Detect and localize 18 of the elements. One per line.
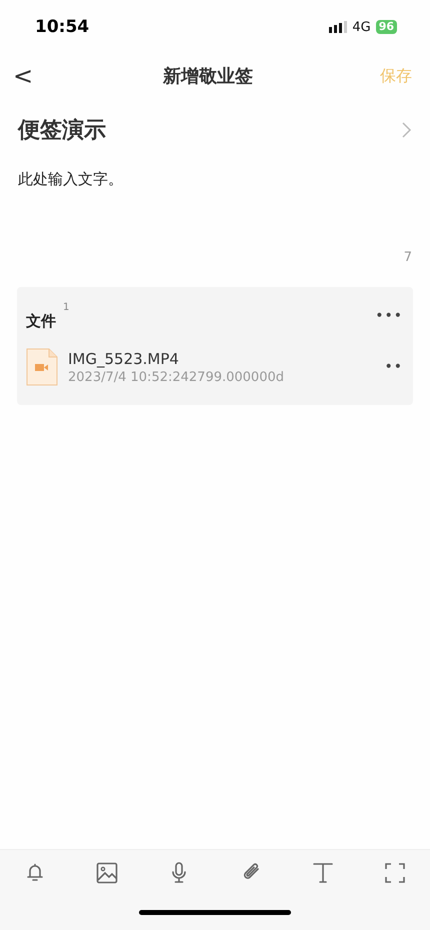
file-count: 1 <box>63 302 70 312</box>
more-button[interactable]: ••• <box>375 308 403 324</box>
image-icon[interactable] <box>94 860 120 886</box>
file-meta: 2023/7/4 10:52:242799.000000d <box>68 370 285 384</box>
file-name[interactable]: IMG_5523.MP4 <box>68 350 374 368</box>
clock: 10:54 <box>35 17 90 37</box>
battery-indicator: 96 <box>376 20 397 34</box>
back-button[interactable]: < <box>8 60 38 92</box>
character-count: 7 <box>404 250 412 265</box>
signal-icon <box>329 21 348 33</box>
fullscreen-icon[interactable] <box>382 860 408 886</box>
video-file-icon <box>26 348 58 386</box>
page-title: 新增敬业签 <box>163 65 253 88</box>
file-more-button[interactable]: •• <box>384 359 403 375</box>
files-heading: 文件 <box>26 312 56 330</box>
note-body[interactable]: 此处输入文字。 <box>18 170 412 240</box>
note-title: 便签演示 <box>18 117 106 145</box>
network-label: 4G <box>352 20 371 34</box>
